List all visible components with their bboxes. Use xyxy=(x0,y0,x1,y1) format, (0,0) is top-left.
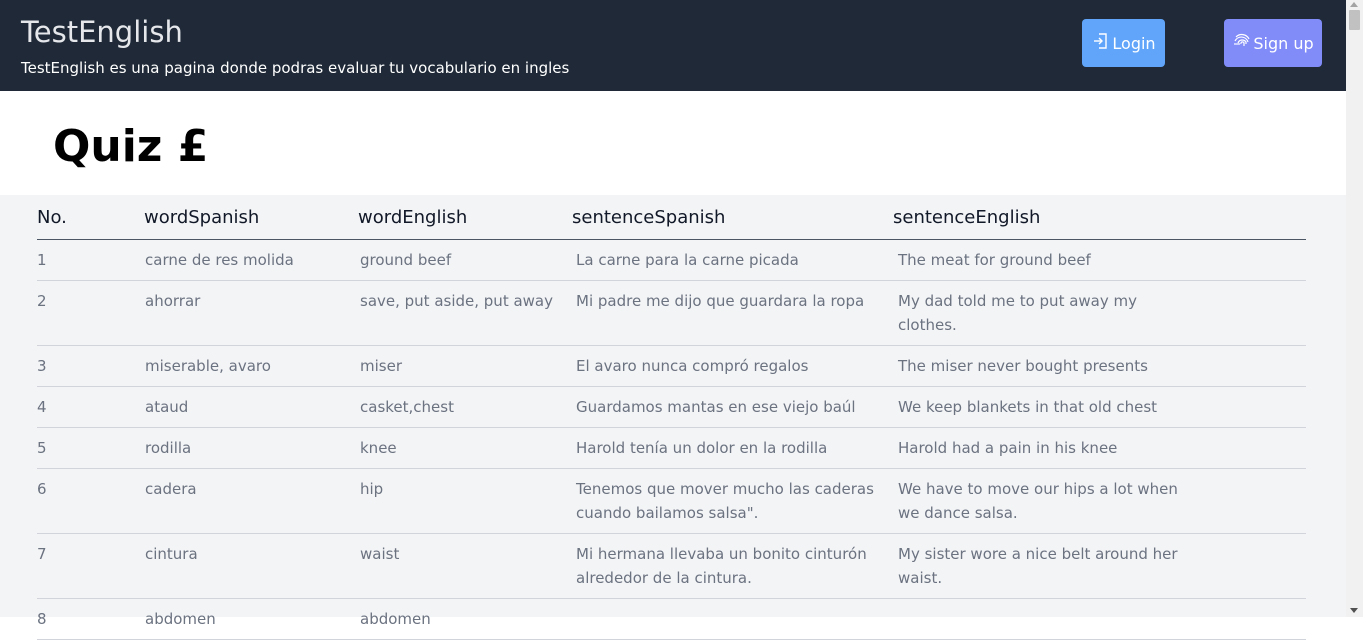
cell-word-english: hip xyxy=(358,468,572,534)
column-header-word-english: wordEnglish xyxy=(358,195,572,240)
table-row: 1 carne de res molida ground beef La car… xyxy=(37,239,1306,281)
cell-sentence-spanish: Harold tenía un dolor en la rodilla xyxy=(572,427,893,469)
cell-word-english: miser xyxy=(358,345,572,387)
cell-sentence-spanish: Guardamos mantas en ese viejo baúl xyxy=(572,386,893,428)
cell-word-english: knee xyxy=(358,427,572,469)
cell-number: 1 xyxy=(37,239,144,281)
table-row: 7 cintura waist Mi hermana llevaba un bo… xyxy=(37,533,1306,599)
sentence-text: We have to move our hips a lot when we d… xyxy=(898,480,1178,522)
table-row: 6 cadera hip Tenemos que mover mucho las… xyxy=(37,468,1306,534)
sentence-text: Harold had a pain in his knee xyxy=(898,439,1118,457)
vocabulary-table: No. wordSpanish wordEnglish sentenceSpan… xyxy=(37,195,1306,640)
cell-sentence-spanish: El avaro nunca compró regalos xyxy=(572,345,893,387)
cell-word-english: abdomen xyxy=(358,598,572,640)
cell-number: 2 xyxy=(37,280,144,346)
scroll-up-arrow-icon[interactable] xyxy=(1350,2,1358,7)
signup-button[interactable]: Sign up xyxy=(1224,19,1322,67)
cell-word-english: ground beef xyxy=(358,239,572,281)
page-title: Quiz £ xyxy=(53,121,209,172)
cell-sentence-spanish: Mi padre me dijo que guardara la ropa xyxy=(572,280,893,346)
cell-word-spanish: cintura xyxy=(144,533,358,599)
vertical-scrollbar[interactable] xyxy=(1346,0,1363,617)
sentence-text: Mi padre me dijo que guardara la ropa xyxy=(576,292,865,310)
sentence-text: Tenemos que mover mucho las caderas cuan… xyxy=(576,480,874,522)
quiz-table-container: No. wordSpanish wordEnglish sentenceSpan… xyxy=(0,195,1346,640)
sentence-text: The miser never bought presents xyxy=(898,357,1148,375)
column-header-number: No. xyxy=(37,195,144,240)
column-header-sentence-english: sentenceEnglish xyxy=(893,195,1306,240)
cell-word-spanish: abdomen xyxy=(144,598,358,640)
cell-sentence-spanish: Tenemos que mover mucho las caderas cuan… xyxy=(572,468,893,534)
cell-sentence-english: The miser never bought presents xyxy=(893,345,1306,387)
sentence-text: La carne para la carne picada xyxy=(576,251,799,269)
sentence-text: We keep blankets in that old chest xyxy=(898,398,1158,416)
sentence-text: The meat for ground beef xyxy=(898,251,1091,269)
cell-word-spanish: cadera xyxy=(144,468,358,534)
cell-sentence-spanish xyxy=(572,598,893,640)
cell-number: 7 xyxy=(37,533,144,599)
cell-word-spanish: ahorrar xyxy=(144,280,358,346)
cell-sentence-spanish: La carne para la carne picada xyxy=(572,239,893,281)
cell-sentence-spanish: Mi hermana llevaba un bonito cinturón al… xyxy=(572,533,893,599)
sentence-text: El avaro nunca compró regalos xyxy=(576,357,809,375)
sentence-text: Guardamos mantas en ese viejo baúl xyxy=(576,398,856,416)
table-header-row: No. wordSpanish wordEnglish sentenceSpan… xyxy=(37,195,1306,240)
cell-sentence-english: We keep blankets in that old chest xyxy=(893,386,1306,428)
brand-tagline: TestEnglish es una pagina donde podras e… xyxy=(21,59,570,77)
login-icon xyxy=(1091,31,1112,55)
cell-number: 6 xyxy=(37,468,144,534)
cell-number: 3 xyxy=(37,345,144,387)
top-navbar: TestEnglish TestEnglish es una pagina do… xyxy=(0,0,1346,91)
cell-word-spanish: miserable, avaro xyxy=(144,345,358,387)
fingerprint-icon xyxy=(1232,31,1253,55)
cell-word-spanish: ataud xyxy=(144,386,358,428)
signup-label: Sign up xyxy=(1253,33,1314,53)
cell-number: 4 xyxy=(37,386,144,428)
cell-sentence-english: My sister wore a nice belt around her wa… xyxy=(893,533,1306,599)
sentence-text: Mi hermana llevaba un bonito cinturón al… xyxy=(576,545,867,587)
table-row: 2 ahorrar save, put aside, put away Mi p… xyxy=(37,280,1306,346)
scrollbar-thumb[interactable] xyxy=(1349,10,1360,30)
cell-sentence-english xyxy=(893,598,1306,640)
cell-sentence-english: We have to move our hips a lot when we d… xyxy=(893,468,1306,534)
cell-word-spanish: carne de res molida xyxy=(144,239,358,281)
cell-word-english: waist xyxy=(358,533,572,599)
cell-sentence-english: Harold had a pain in his knee xyxy=(893,427,1306,469)
login-label: Login xyxy=(1112,33,1156,53)
brand-title[interactable]: TestEnglish xyxy=(21,14,183,50)
sentence-text: My dad told me to put away my clothes. xyxy=(898,292,1138,334)
login-button[interactable]: Login xyxy=(1082,19,1165,67)
cell-sentence-english: The meat for ground beef xyxy=(893,239,1306,281)
column-header-sentence-spanish: sentenceSpanish xyxy=(572,195,893,240)
sentence-text: Harold tenía un dolor en la rodilla xyxy=(576,439,828,457)
cell-number: 8 xyxy=(37,598,144,640)
column-header-word-spanish: wordSpanish xyxy=(144,195,358,240)
table-row: 4 ataud casket,chest Guardamos mantas en… xyxy=(37,386,1306,428)
table-row: 3 miserable, avaro miser El avaro nunca … xyxy=(37,345,1306,387)
cell-sentence-english: My dad told me to put away my clothes. xyxy=(893,280,1306,346)
cell-number: 5 xyxy=(37,427,144,469)
cell-word-spanish: rodilla xyxy=(144,427,358,469)
cell-word-english: save, put aside, put away xyxy=(358,280,572,346)
table-row: 8 abdomen abdomen xyxy=(37,598,1306,640)
cell-word-english: casket,chest xyxy=(358,386,572,428)
sentence-text: My sister wore a nice belt around her wa… xyxy=(898,545,1178,587)
scroll-down-arrow-icon[interactable] xyxy=(1350,608,1358,613)
table-row: 5 rodilla knee Harold tenía un dolor en … xyxy=(37,427,1306,469)
